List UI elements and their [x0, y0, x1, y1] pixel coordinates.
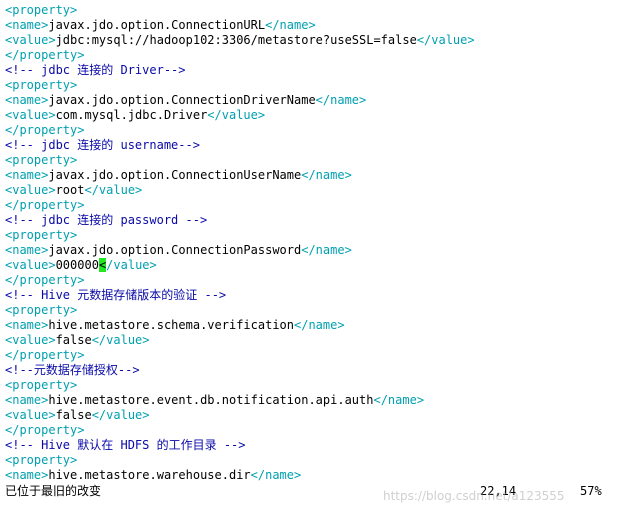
xml-tag: </property>	[5, 348, 85, 362]
xml-close-tag: </name>	[265, 18, 316, 32]
xml-tag: </property>	[5, 198, 85, 212]
scroll-percent: 57%	[580, 484, 602, 498]
xml-tag: <property>	[5, 303, 78, 317]
xml-close-tag: </name>	[315, 93, 367, 107]
code-line[interactable]: <property>	[5, 228, 615, 243]
xml-tag: <property>	[5, 78, 78, 92]
xml-comment: <!-- Hive 默认在 HDFS 的工作目录 -->	[5, 438, 246, 452]
xml-close-tag: </value>	[84, 183, 143, 197]
xml-open-tag: <name>	[5, 318, 49, 332]
xml-text-value: jdbc:mysql://hadoop102:3306/metastore?us…	[55, 33, 417, 47]
xml-comment: <!--元数据存储授权-->	[5, 363, 140, 377]
xml-comment: <!-- jdbc 连接的 username-->	[5, 138, 200, 152]
code-line[interactable]: <name>javax.jdo.option.ConnectionPasswor…	[5, 243, 615, 258]
code-line[interactable]: <!-- jdbc 连接的 username-->	[5, 138, 615, 153]
code-line[interactable]: <name>hive.metastore.event.db.notificati…	[5, 393, 615, 408]
xml-close-tag: </name>	[301, 243, 352, 257]
code-line[interactable]: <name>hive.metastore.schema.verification…	[5, 318, 615, 333]
xml-text-value: javax.jdo.option.ConnectionUserName	[48, 168, 302, 182]
code-line[interactable]: <!-- jdbc 连接的 password -->	[5, 213, 615, 228]
watermark: https://blog.csdn.net/a123555	[383, 489, 565, 503]
xml-close-tag: </name>	[294, 318, 345, 332]
xml-close-tag: </value>	[91, 408, 150, 422]
code-line[interactable]: <!-- jdbc 连接的 Driver-->	[5, 63, 615, 78]
code-line[interactable]: <property>	[5, 378, 615, 393]
code-line[interactable]: </property>	[5, 348, 615, 363]
code-line[interactable]: <property>	[5, 3, 615, 18]
xml-open-tag: <name>	[5, 393, 49, 407]
xml-close-tag: </name>	[301, 168, 352, 182]
xml-text-value: hive.metastore.warehouse.dir	[48, 468, 251, 482]
code-line[interactable]: <value>false</value>	[5, 333, 615, 348]
xml-close-tag: </value>	[416, 33, 475, 47]
xml-text-value: false	[55, 333, 92, 347]
code-line[interactable]: <value>000000</value>	[5, 258, 615, 273]
code-line[interactable]: <property>	[5, 153, 615, 168]
code-line[interactable]: <value>com.mysql.jdbc.Driver</value>	[5, 108, 615, 123]
xml-text-value: com.mysql.jdbc.Driver	[55, 108, 208, 122]
xml-text-value: javax.jdo.option.ConnectionPassword	[48, 243, 302, 257]
xml-text-value: root	[55, 183, 85, 197]
code-line[interactable]: </property>	[5, 123, 615, 138]
xml-text-value: hive.metastore.schema.verification	[48, 318, 294, 332]
xml-open-tag: <value>	[5, 258, 56, 272]
xml-open-tag: <value>	[5, 333, 56, 347]
xml-open-tag: <name>	[5, 93, 49, 107]
xml-close-tag: </name>	[250, 468, 302, 482]
xml-close-tag: </value>	[91, 333, 150, 347]
xml-text-value: javax.jdo.option.ConnectionURL	[48, 18, 266, 32]
editor-text-area[interactable]: <property> <name>javax.jdo.option.Connect…	[5, 3, 615, 483]
code-line[interactable]: <property>	[5, 78, 615, 93]
xml-text-value: javax.jdo.option.ConnectionDriverName	[48, 93, 316, 107]
xml-open-tag: <name>	[5, 243, 49, 257]
xml-open-tag: <name>	[5, 168, 49, 182]
xml-comment: <!-- jdbc 连接的 Driver-->	[5, 63, 186, 77]
xml-close-tag: </value>	[207, 108, 266, 122]
xml-tag: <property>	[5, 228, 78, 242]
xml-close-tag: </name>	[373, 393, 425, 407]
code-line[interactable]: <property>	[5, 453, 615, 468]
code-line[interactable]: <!-- Hive 元数据存储版本的验证 -->	[5, 288, 615, 303]
code-line[interactable]: <!--元数据存储授权-->	[5, 363, 615, 378]
code-line[interactable]: <property>	[5, 303, 615, 318]
xml-open-tag: <name>	[5, 18, 49, 32]
code-line[interactable]: </property>	[5, 273, 615, 288]
code-line[interactable]: <!-- Hive 默认在 HDFS 的工作目录 -->	[5, 438, 615, 453]
xml-close-tag: /value>	[106, 258, 157, 272]
xml-text-value: 000000	[55, 258, 99, 272]
xml-open-tag: <value>	[5, 183, 56, 197]
xml-tag: <property>	[5, 3, 78, 17]
xml-tag: <property>	[5, 453, 78, 467]
xml-open-tag: <value>	[5, 33, 56, 47]
xml-tag: </property>	[5, 423, 85, 437]
xml-open-tag: <value>	[5, 408, 56, 422]
xml-open-tag: <name>	[5, 468, 49, 482]
xml-comment: <!-- jdbc 连接的 password -->	[5, 213, 208, 227]
xml-text-value: false	[55, 408, 92, 422]
xml-tag: <property>	[5, 153, 78, 167]
status-message: 已位于最旧的改变	[5, 484, 102, 498]
xml-comment: <!-- Hive 元数据存储版本的验证 -->	[5, 288, 227, 302]
code-line[interactable]: </property>	[5, 423, 615, 438]
xml-tag: </property>	[5, 273, 85, 287]
code-line[interactable]: <name>hive.metastore.warehouse.dir</name…	[5, 468, 615, 483]
code-line[interactable]: <name>javax.jdo.option.ConnectionUserNam…	[5, 168, 615, 183]
code-line[interactable]: </property>	[5, 198, 615, 213]
xml-text-value: hive.metastore.event.db.notification.api…	[48, 393, 374, 407]
xml-tag: </property>	[5, 48, 85, 62]
code-line[interactable]: <value>jdbc:mysql://hadoop102:3306/metas…	[5, 33, 615, 48]
code-line[interactable]: <name>javax.jdo.option.ConnectionDriverN…	[5, 93, 615, 108]
code-line[interactable]: <value>false</value>	[5, 408, 615, 423]
xml-open-tag: <value>	[5, 108, 56, 122]
code-line[interactable]: <value>root</value>	[5, 183, 615, 198]
code-line[interactable]: </property>	[5, 48, 615, 63]
xml-tag: </property>	[5, 123, 85, 137]
xml-tag: <property>	[5, 378, 78, 392]
code-line[interactable]: <name>javax.jdo.option.ConnectionURL</na…	[5, 18, 615, 33]
